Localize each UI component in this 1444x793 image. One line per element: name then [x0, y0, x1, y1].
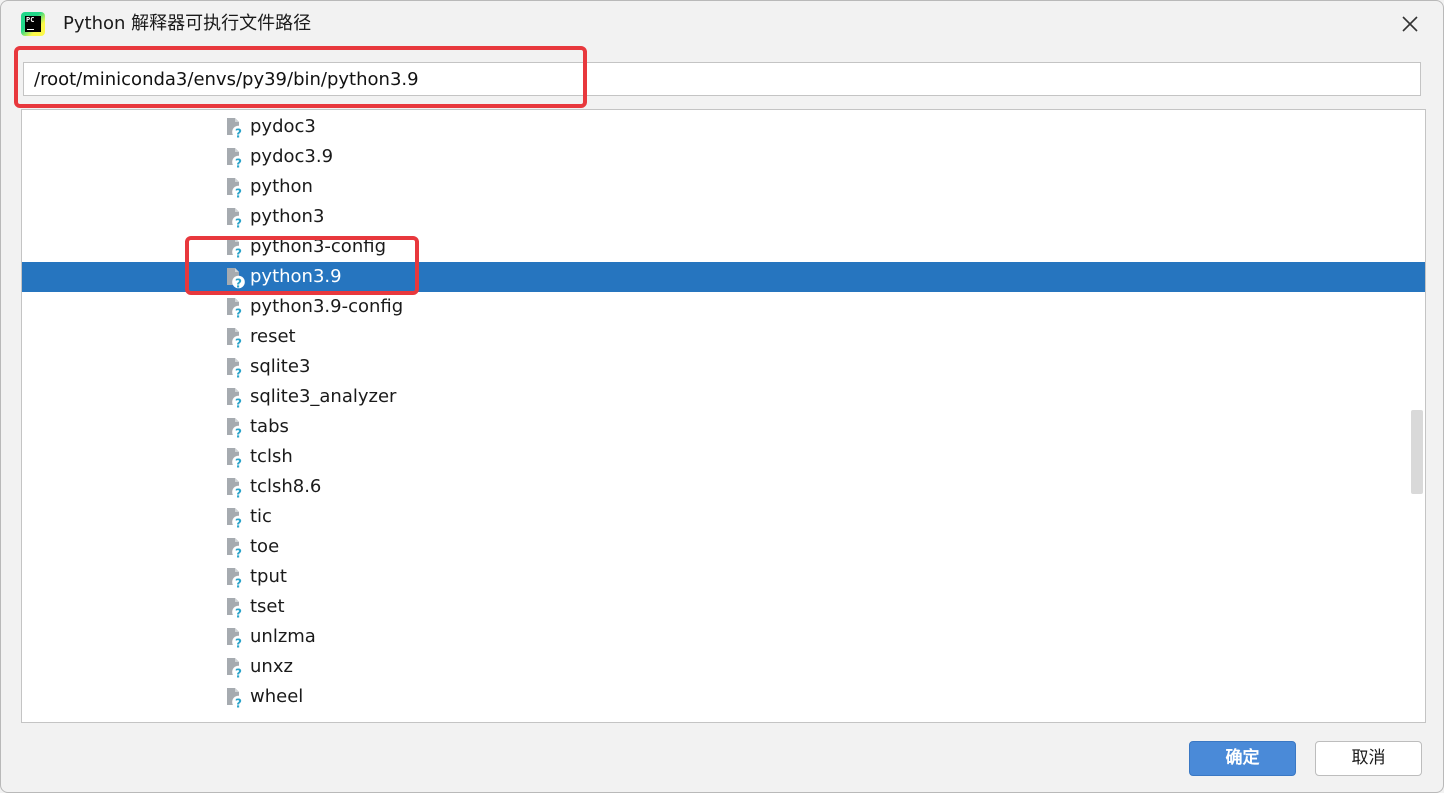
file-tree-item[interactable]: ? python3-config	[22, 232, 1425, 262]
file-tree-item[interactable]: ? tclsh	[22, 442, 1425, 472]
svg-text:?: ?	[235, 336, 242, 349]
file-tree-item-label: python3	[250, 206, 325, 227]
unknown-file-icon: ?	[224, 507, 246, 530]
svg-text:?: ?	[235, 516, 242, 529]
dialog-title: Python 解释器可执行文件路径	[63, 13, 312, 34]
file-tree-item[interactable]: ? toe	[22, 532, 1425, 562]
file-tree-item-label: sqlite3_analyzer	[250, 386, 397, 407]
unknown-file-icon: ?	[224, 357, 246, 380]
svg-text:?: ?	[235, 156, 242, 169]
close-button[interactable]	[1395, 10, 1425, 38]
file-tree-item[interactable]: ? tic	[22, 502, 1425, 532]
path-input[interactable]	[23, 62, 1421, 96]
file-tree-item[interactable]: ? tabs	[22, 412, 1425, 442]
close-icon	[1402, 16, 1418, 32]
file-tree-item[interactable]: ? tset	[22, 592, 1425, 622]
unknown-file-icon: ?	[224, 297, 246, 320]
file-tree-item-label: wheel	[250, 686, 304, 707]
scrollbar-thumb[interactable]	[1411, 410, 1423, 494]
svg-text:?: ?	[235, 426, 242, 439]
unknown-file-icon: ?	[224, 207, 246, 230]
file-tree-item[interactable]: ? unxz	[22, 652, 1425, 682]
file-tree-item[interactable]: ? python	[22, 172, 1425, 202]
file-tree-item-label: unxz	[250, 656, 293, 677]
file-tree-item-label: unlzma	[250, 626, 316, 647]
unknown-file-icon: ?	[224, 117, 246, 140]
file-tree-item[interactable]: ? reset	[22, 322, 1425, 352]
file-tree-item[interactable]: ? python3.9-config	[22, 292, 1425, 322]
svg-text:?: ?	[235, 246, 242, 259]
pycharm-logo-icon: PC	[21, 12, 45, 36]
unknown-file-icon: ?	[224, 267, 246, 290]
unknown-file-icon: ?	[224, 567, 246, 590]
file-tree-item-label: python3.9-config	[250, 296, 404, 317]
unknown-file-icon: ?	[224, 597, 246, 620]
file-tree: ? pydoc3? pydoc3.9? python? python3? python3-…	[21, 109, 1426, 723]
unknown-file-icon: ?	[224, 417, 246, 440]
file-tree-item[interactable]: ? wheel	[22, 682, 1425, 712]
svg-text:?: ?	[235, 396, 242, 409]
file-tree-item-label: reset	[250, 326, 296, 347]
file-tree-item[interactable]: ? python3.9	[22, 262, 1425, 292]
unknown-file-icon: ?	[224, 477, 246, 500]
app-logo-text: PC	[26, 16, 35, 24]
svg-text:?: ?	[235, 276, 242, 289]
title-bar: PC Python 解释器可执行文件路径	[1, 1, 1443, 47]
unknown-file-icon: ?	[224, 237, 246, 260]
svg-text:?: ?	[235, 216, 242, 229]
interpreter-path-dialog: PC Python 解释器可执行文件路径 ? pydoc3? pydoc3.9? py…	[0, 0, 1444, 793]
unknown-file-icon: ?	[224, 387, 246, 410]
unknown-file-icon: ?	[224, 327, 246, 350]
file-tree-item-label: sqlite3	[250, 356, 311, 377]
file-tree-item-label: tclsh8.6	[250, 476, 322, 497]
unknown-file-icon: ?	[224, 657, 246, 680]
svg-text:?: ?	[235, 306, 242, 319]
file-tree-item[interactable]: ? tput	[22, 562, 1425, 592]
svg-text:?: ?	[235, 636, 242, 649]
file-tree-item[interactable]: ? python3	[22, 202, 1425, 232]
file-tree-item-label: python3-config	[250, 236, 386, 257]
svg-text:?: ?	[235, 546, 242, 559]
svg-text:?: ?	[235, 666, 242, 679]
file-tree-item[interactable]: ? pydoc3.9	[22, 142, 1425, 172]
svg-text:?: ?	[235, 126, 242, 139]
file-tree-item[interactable]: ? pydoc3	[22, 112, 1425, 142]
file-tree-item[interactable]: ? sqlite3	[22, 352, 1425, 382]
file-tree-item-label: tset	[250, 596, 285, 617]
file-tree-item[interactable]: ? tclsh8.6	[22, 472, 1425, 502]
unknown-file-icon: ?	[224, 177, 246, 200]
cancel-button[interactable]: 取消	[1315, 741, 1422, 776]
file-tree-item-label: pydoc3.9	[250, 146, 334, 167]
svg-text:?: ?	[235, 186, 242, 199]
unknown-file-icon: ?	[224, 147, 246, 170]
unknown-file-icon: ?	[224, 537, 246, 560]
file-tree-item-label: tabs	[250, 416, 289, 437]
file-tree-item-label: tclsh	[250, 446, 293, 467]
file-tree-item[interactable]: ? sqlite3_analyzer	[22, 382, 1425, 412]
unknown-file-icon: ?	[224, 687, 246, 710]
unknown-file-icon: ?	[224, 627, 246, 650]
svg-text:?: ?	[235, 456, 242, 469]
file-tree-item-label: toe	[250, 536, 280, 557]
file-tree-item-label: pydoc3	[250, 116, 316, 137]
file-tree-item-label: python	[250, 176, 313, 197]
svg-text:?: ?	[235, 606, 242, 619]
svg-text:?: ?	[235, 486, 242, 499]
svg-text:?: ?	[235, 696, 242, 709]
file-tree-item-label: tic	[250, 506, 272, 527]
ok-button[interactable]: 确定	[1189, 741, 1296, 776]
file-tree-item-label: tput	[250, 566, 287, 587]
svg-text:?: ?	[235, 576, 242, 589]
file-tree-item-label: python3.9	[250, 266, 342, 287]
file-tree-item[interactable]: ? unlzma	[22, 622, 1425, 652]
unknown-file-icon: ?	[224, 447, 246, 470]
svg-text:?: ?	[235, 366, 242, 379]
